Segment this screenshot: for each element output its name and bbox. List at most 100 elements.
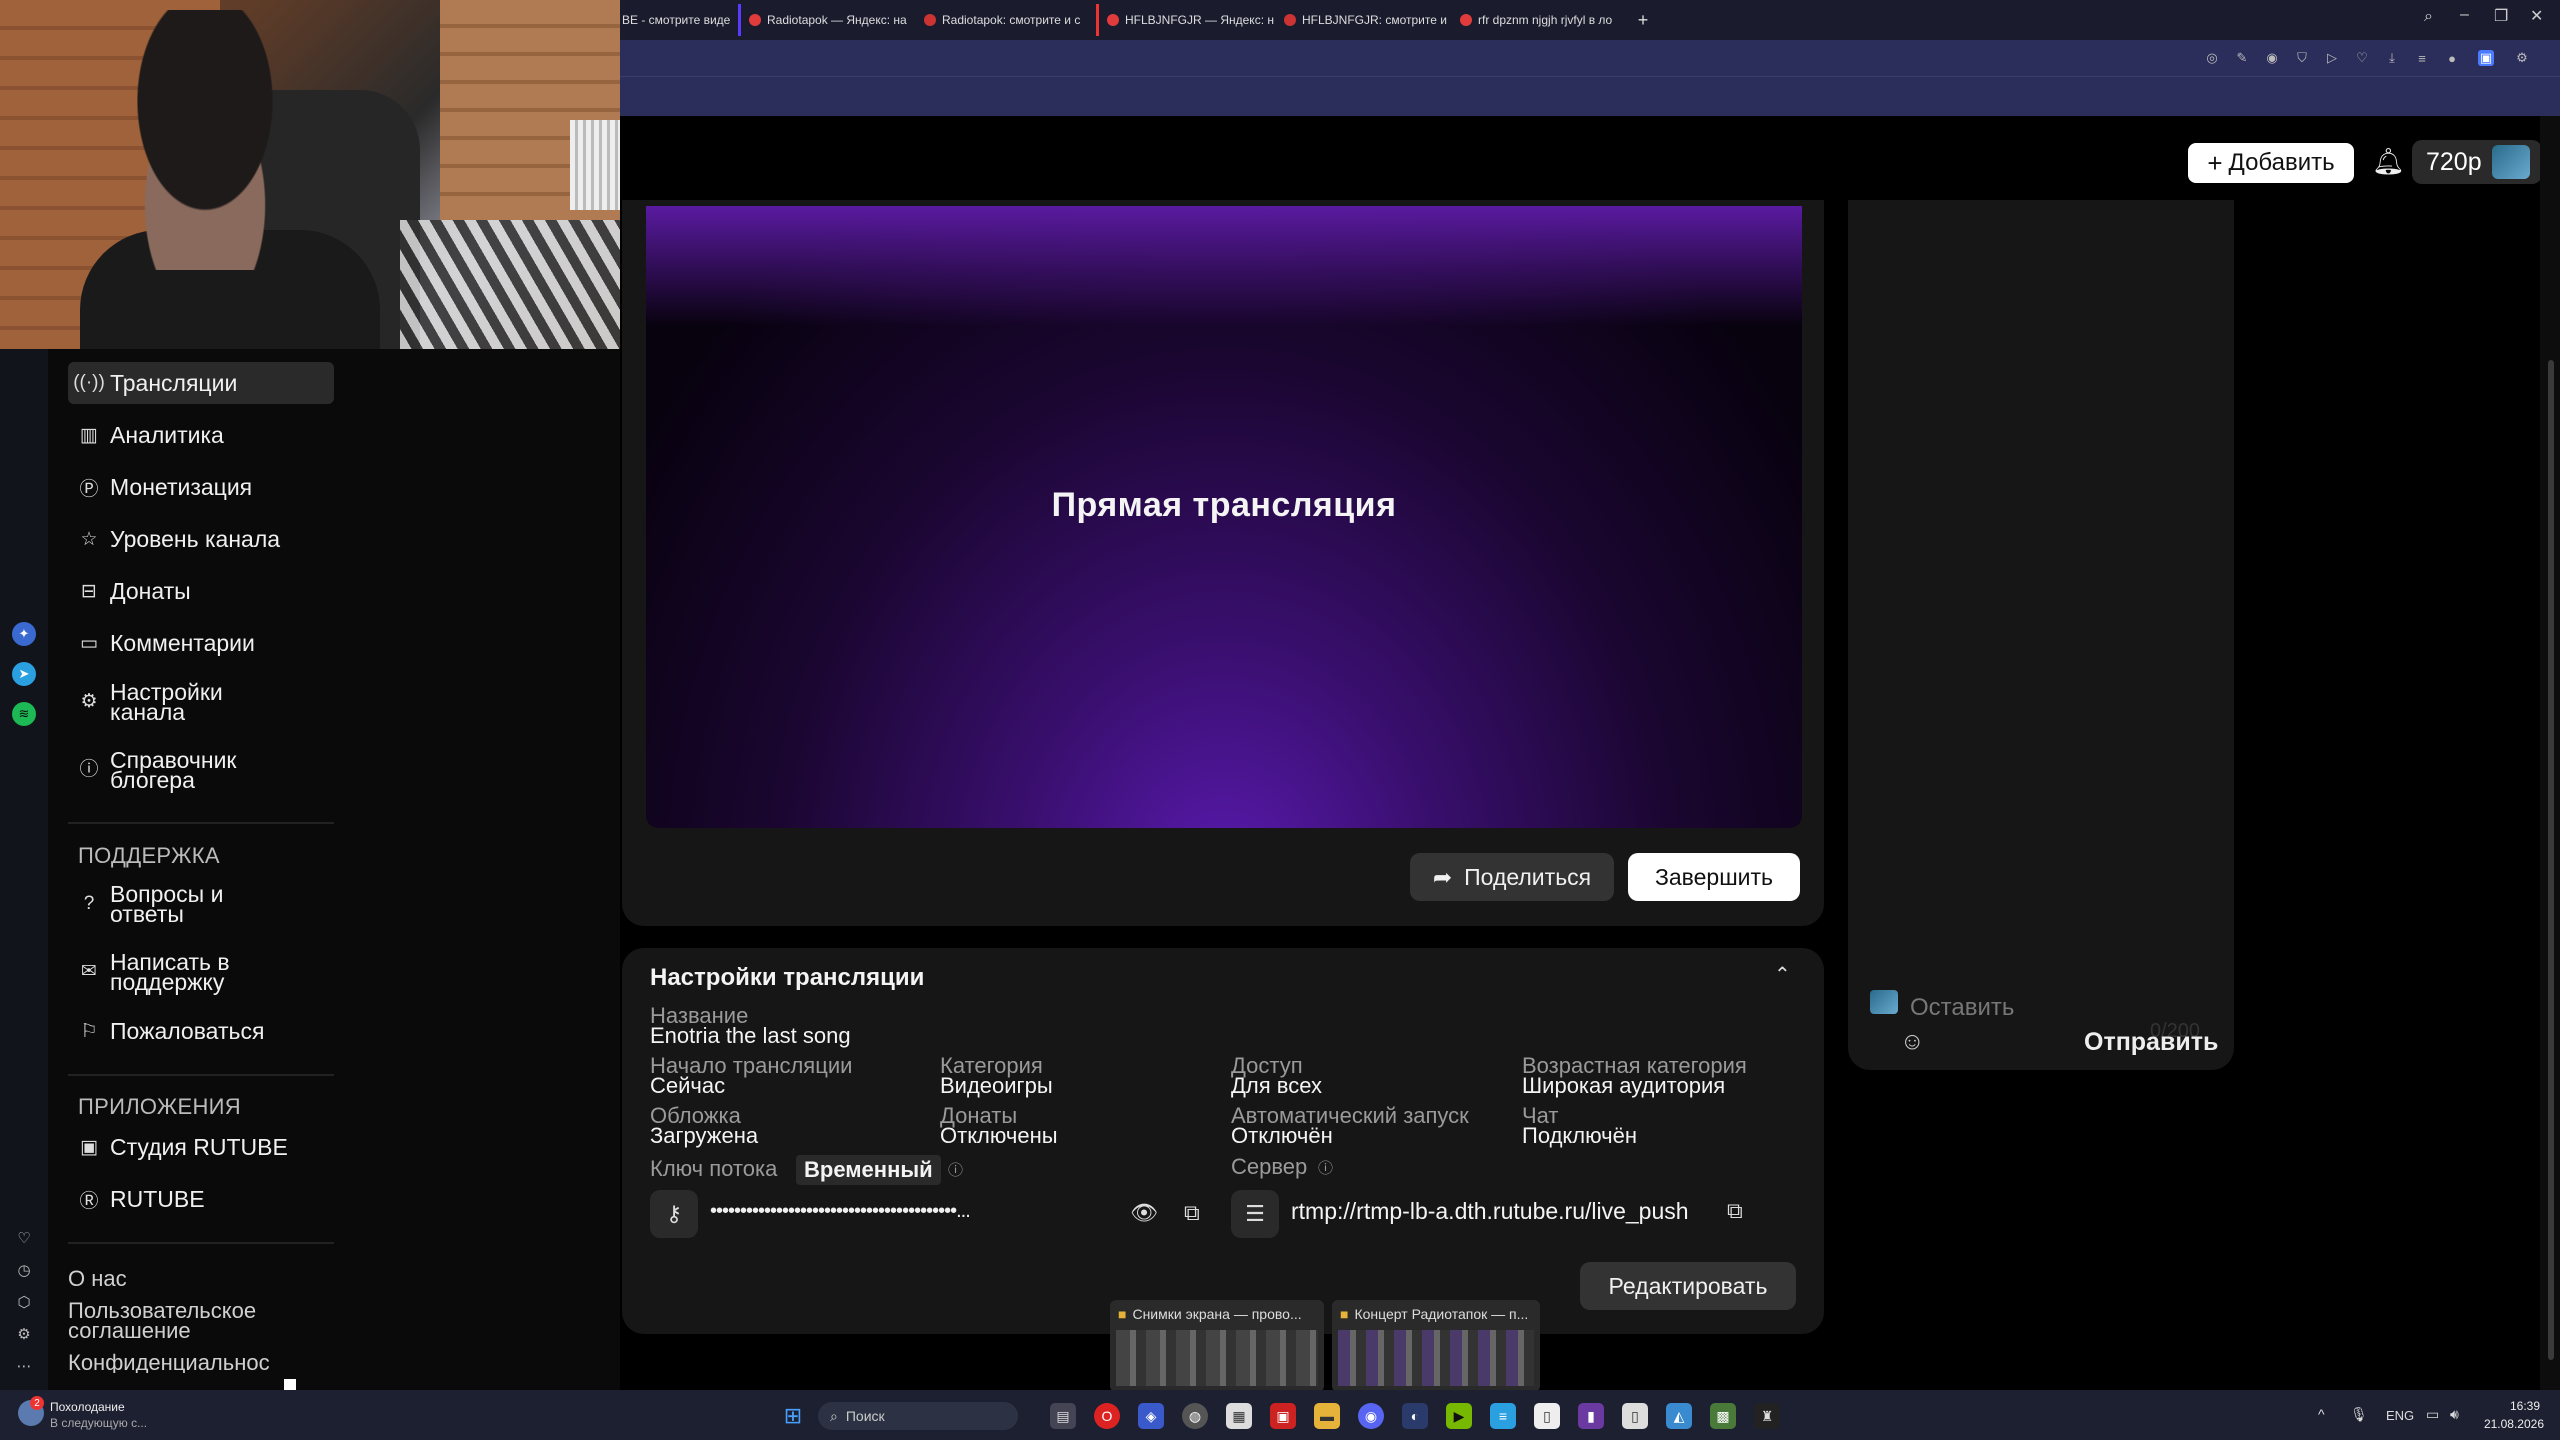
browser-tab[interactable]: HFLBJNFGJR — Яндекс: н: [1096, 4, 1276, 36]
window-thumbnail[interactable]: ■ Снимки экрана — прово...: [1110, 1300, 1324, 1392]
browser-tab[interactable]: rfr dpznm njgjh rjvfyl в ло: [1452, 4, 1628, 36]
sidebar-item-faq[interactable]: ? Вопросы и ответы: [68, 874, 334, 934]
notifications-bell-icon[interactable]: 🔔︎: [2372, 146, 2405, 177]
sidebar-item-broadcasts[interactable]: ((·)) Трансляции: [68, 362, 334, 404]
broadcast-icon: ((·)): [73, 372, 105, 393]
video-player[interactable]: Прямая трансляция: [646, 206, 1802, 828]
browser-tab[interactable]: Radiotapok — Яндекс: на: [738, 4, 916, 36]
download-icon[interactable]: ⤓: [2384, 50, 2400, 66]
search-tabs-icon[interactable]: ⌕: [2424, 8, 2433, 26]
app-icon[interactable]: ◭: [1666, 1403, 1692, 1429]
spotify-icon[interactable]: ≋: [12, 702, 36, 726]
weather-subtitle: В следующую с...: [50, 1416, 148, 1430]
app-icon[interactable]: ♜: [1754, 1403, 1780, 1429]
telegram-icon[interactable]: ➤: [12, 662, 36, 686]
history-icon[interactable]: ◷: [14, 1260, 34, 1280]
settings-gear-icon[interactable]: ⚙: [14, 1324, 34, 1344]
heart-icon[interactable]: ♡: [2354, 50, 2370, 66]
finish-broadcast-button[interactable]: Завершить: [1628, 853, 1800, 901]
collapse-chevron-icon[interactable]: ⌃: [1774, 962, 1791, 987]
show-key-eye-icon[interactable]: 👁︎: [1130, 1200, 1158, 1226]
nvidia-icon[interactable]: ▶: [1446, 1403, 1472, 1429]
ai-assistant-icon[interactable]: ✦: [12, 622, 36, 646]
sidebar-item-channel-level[interactable]: ☆ Уровень канала: [68, 518, 334, 560]
settings-icon[interactable]: ⚙: [2514, 50, 2530, 66]
language-indicator[interactable]: ENG: [2386, 1408, 2414, 1423]
steam-icon[interactable]: ◐: [1402, 1403, 1428, 1429]
clock-date[interactable]: 21.08.2026: [2474, 1417, 2544, 1431]
minimize-icon[interactable]: –: [2460, 6, 2469, 24]
close-icon[interactable]: ✕: [2530, 6, 2543, 26]
footer-link-user-agreement[interactable]: Пользовательское соглашение: [68, 1300, 318, 1342]
key-icon: ⚷: [650, 1190, 698, 1238]
profile-icon[interactable]: ●: [2444, 50, 2460, 66]
gift-icon: ⊟: [81, 580, 97, 602]
copy-key-icon[interactable]: ⧉: [1184, 1200, 1200, 1226]
copy-server-icon[interactable]: ⧉: [1727, 1198, 1743, 1224]
share-button[interactable]: ➦ Поделиться: [1410, 853, 1614, 901]
app-icon[interactable]: ◈: [1138, 1403, 1164, 1429]
sidebar-item-channel-settings[interactable]: ⚙ Настройки канала: [68, 672, 334, 732]
start-value: Сейчас: [650, 1073, 726, 1098]
yandex-icon: [1460, 14, 1472, 26]
restore-icon[interactable]: ❐: [2494, 6, 2508, 26]
new-tab-button[interactable]: +: [1628, 4, 1658, 36]
start-menu-icon[interactable]: ⊞: [780, 1403, 806, 1429]
camera-icon[interactable]: ◉: [2264, 50, 2280, 66]
send-button[interactable]: Отправить: [2084, 1028, 2218, 1057]
favorites-icon[interactable]: ♡: [14, 1228, 34, 1248]
help-icon[interactable]: ⓘ: [1318, 1157, 1333, 1178]
quality-selector[interactable]: 720p: [2412, 140, 2542, 184]
footer-link-about[interactable]: О нас: [68, 1268, 127, 1290]
opera-browser-icon[interactable]: O: [1094, 1403, 1120, 1429]
clock-time[interactable]: 16:39: [2484, 1399, 2540, 1413]
microphone-icon[interactable]: 🎙︎: [2350, 1406, 2368, 1423]
more-icon[interactable]: ⋯: [14, 1356, 34, 1376]
browser-tab[interactable]: Radiotapok: смотрите и с: [916, 4, 1096, 36]
sidebar-item-report[interactable]: ⚐ Пожаловаться: [68, 1010, 334, 1052]
app-icon[interactable]: ◍: [1182, 1403, 1208, 1429]
task-view-icon[interactable]: ▤: [1050, 1403, 1076, 1429]
scrollbar-thumb[interactable]: [2548, 360, 2554, 1360]
menu-icon[interactable]: ≡: [2414, 50, 2430, 66]
file-explorer-icon[interactable]: ▬: [1314, 1403, 1340, 1429]
network-icon[interactable]: ▭: [2426, 1406, 2439, 1423]
sidebar: ((·)) Трансляции ▥ Аналитика Ⓟ Монетизация …: [48, 349, 620, 1391]
sidebar-item-rutube[interactable]: Ⓡ RUTUBE: [68, 1178, 334, 1220]
add-button[interactable]: + Добавить: [2188, 143, 2354, 183]
divider: [68, 1074, 334, 1076]
shield-icon[interactable]: ⛉: [2294, 50, 2310, 66]
help-icon[interactable]: ⓘ: [948, 1159, 963, 1180]
sidebar-item-analytics[interactable]: ▥ Аналитика: [68, 414, 334, 456]
minecraft-icon[interactable]: ▩: [1710, 1403, 1736, 1429]
document-icon[interactable]: ▯: [1534, 1403, 1560, 1429]
play-icon[interactable]: ▷: [2324, 50, 2340, 66]
edit-button[interactable]: Редактировать: [1580, 1262, 1796, 1310]
sidebar-item-rutube-studio[interactable]: ▣ Студия RUTUBE: [68, 1126, 334, 1168]
package-icon[interactable]: ⬡: [14, 1292, 34, 1312]
sidebar-item-blogger-guide[interactable]: ⓘ Справочник блогера: [68, 740, 334, 800]
volume-icon[interactable]: 🔊︎: [2450, 1406, 2459, 1423]
chat-input[interactable]: Оставить: [1910, 994, 2014, 1022]
store-icon[interactable]: ▦: [1226, 1403, 1252, 1429]
discord-icon[interactable]: ◉: [1358, 1403, 1384, 1429]
sidebar-item-contact-support[interactable]: ✉ Написать в поддержку: [68, 942, 334, 1002]
emoji-icon[interactable]: ☺: [1900, 1028, 1925, 1056]
taskbar-search[interactable]: ⌕ Поиск: [818, 1402, 1018, 1430]
document-icon[interactable]: ▯: [1622, 1403, 1648, 1429]
browser-tab[interactable]: BE - смотрите виде: [620, 4, 738, 36]
app-icon[interactable]: ≡: [1490, 1403, 1516, 1429]
edit-icon[interactable]: ✎: [2234, 50, 2250, 66]
window-thumbnail[interactable]: ■ Концерт Радиотапок — п...: [1332, 1300, 1540, 1392]
sidebar-item-monetization[interactable]: Ⓟ Монетизация: [68, 466, 334, 508]
extension-icon[interactable]: ▣: [2478, 50, 2494, 66]
browser-tab[interactable]: HFLBJNFGJR: смотрите и: [1276, 4, 1452, 36]
sidebar-item-comments[interactable]: ▭ Комментарии: [68, 622, 334, 664]
sidebar-item-donations[interactable]: ⊟ Донаты: [68, 570, 334, 612]
vpn-icon[interactable]: ◎: [2204, 50, 2220, 66]
tray-chevron-icon[interactable]: ^: [2318, 1406, 2325, 1422]
avatar[interactable]: [2491, 145, 2530, 179]
footer-link-privacy[interactable]: Конфиденциальнос: [68, 1353, 308, 1373]
app-icon[interactable]: ▣: [1270, 1403, 1296, 1429]
video-editor-icon[interactable]: ▮: [1578, 1403, 1604, 1429]
